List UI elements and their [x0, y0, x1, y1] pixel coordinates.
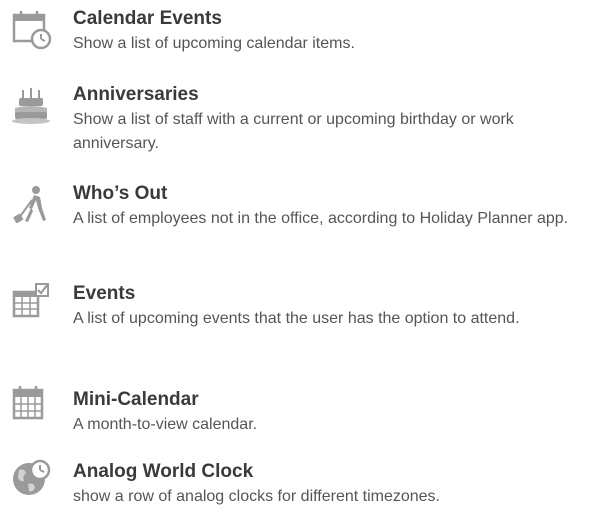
widget-description: A list of upcoming events that the user … [73, 310, 520, 327]
widget-description: A list of employees not in the office, a… [73, 210, 569, 227]
widget-title: Anniversaries [73, 84, 199, 105]
calendar-grid-icon [10, 384, 52, 426]
widget-title: Calendar Events [73, 8, 222, 29]
widget-description: show a row of analog clocks for differen… [73, 488, 440, 505]
widget-title: Who’s Out [73, 183, 168, 204]
traveler-icon [10, 184, 52, 226]
birthday-cake-icon [10, 84, 52, 126]
widget-title: Events [73, 283, 136, 304]
widget-title: Analog World Clock [73, 461, 254, 482]
widget-description: Show a list of staff with a current or u… [73, 111, 514, 152]
calendar-check-icon [10, 282, 52, 324]
widget-description: Show a list of upcoming calendar items. [73, 35, 355, 52]
widget-title: Mini-Calendar [73, 389, 199, 410]
widget-description: A month-to-view calendar. [73, 416, 258, 433]
calendar-clock-icon [10, 8, 52, 50]
globe-clock-icon [10, 458, 52, 500]
